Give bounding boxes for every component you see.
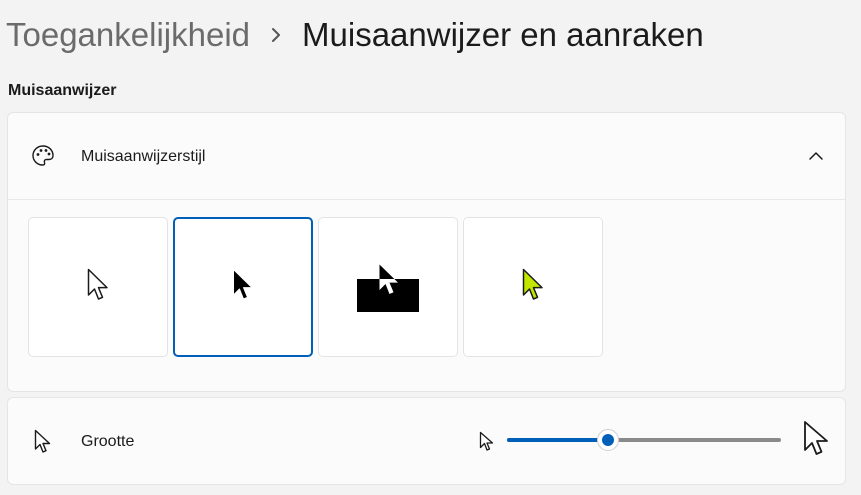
section-title: Muisaanwijzer <box>8 82 117 99</box>
pointer-style-custom-option[interactable] <box>463 217 603 357</box>
cursor-icon <box>34 429 52 460</box>
pointer-style-inverted-option[interactable] <box>318 217 458 357</box>
pointer-style-black-option[interactable] <box>173 217 313 357</box>
breadcrumb: Toegankelijkheid Muisaanwijzer en aanrak… <box>6 12 704 58</box>
slider-track[interactable] <box>507 429 781 451</box>
breadcrumb-parent-link[interactable]: Toegankelijkheid <box>6 16 250 54</box>
small-cursor-icon <box>479 431 495 458</box>
pointer-style-card: Muisaanwijzerstijl <box>7 112 846 392</box>
inverted-cursor-icon <box>378 263 400 302</box>
chevron-right-icon <box>250 12 302 58</box>
custom-color-cursor-icon <box>522 268 544 307</box>
large-cursor-icon <box>803 420 831 463</box>
black-cursor-icon <box>232 268 254 307</box>
pointer-style-label: Muisaanwijzerstijl <box>81 148 206 165</box>
page-title: Muisaanwijzer en aanraken <box>302 16 704 53</box>
slider-fill <box>507 438 609 442</box>
pointer-style-header[interactable]: Muisaanwijzerstijl <box>8 113 845 200</box>
pointer-style-white-option[interactable] <box>28 217 168 357</box>
slider-thumb[interactable] <box>597 429 620 451</box>
white-cursor-icon <box>87 268 109 307</box>
inverted-cursor-preview <box>357 262 419 312</box>
pointer-size-slider[interactable] <box>478 398 828 486</box>
pointer-size-label: Grootte <box>81 433 135 450</box>
palette-icon <box>30 143 56 169</box>
pointer-size-card: Grootte <box>7 397 846 485</box>
chevron-up-icon[interactable] <box>803 143 829 169</box>
